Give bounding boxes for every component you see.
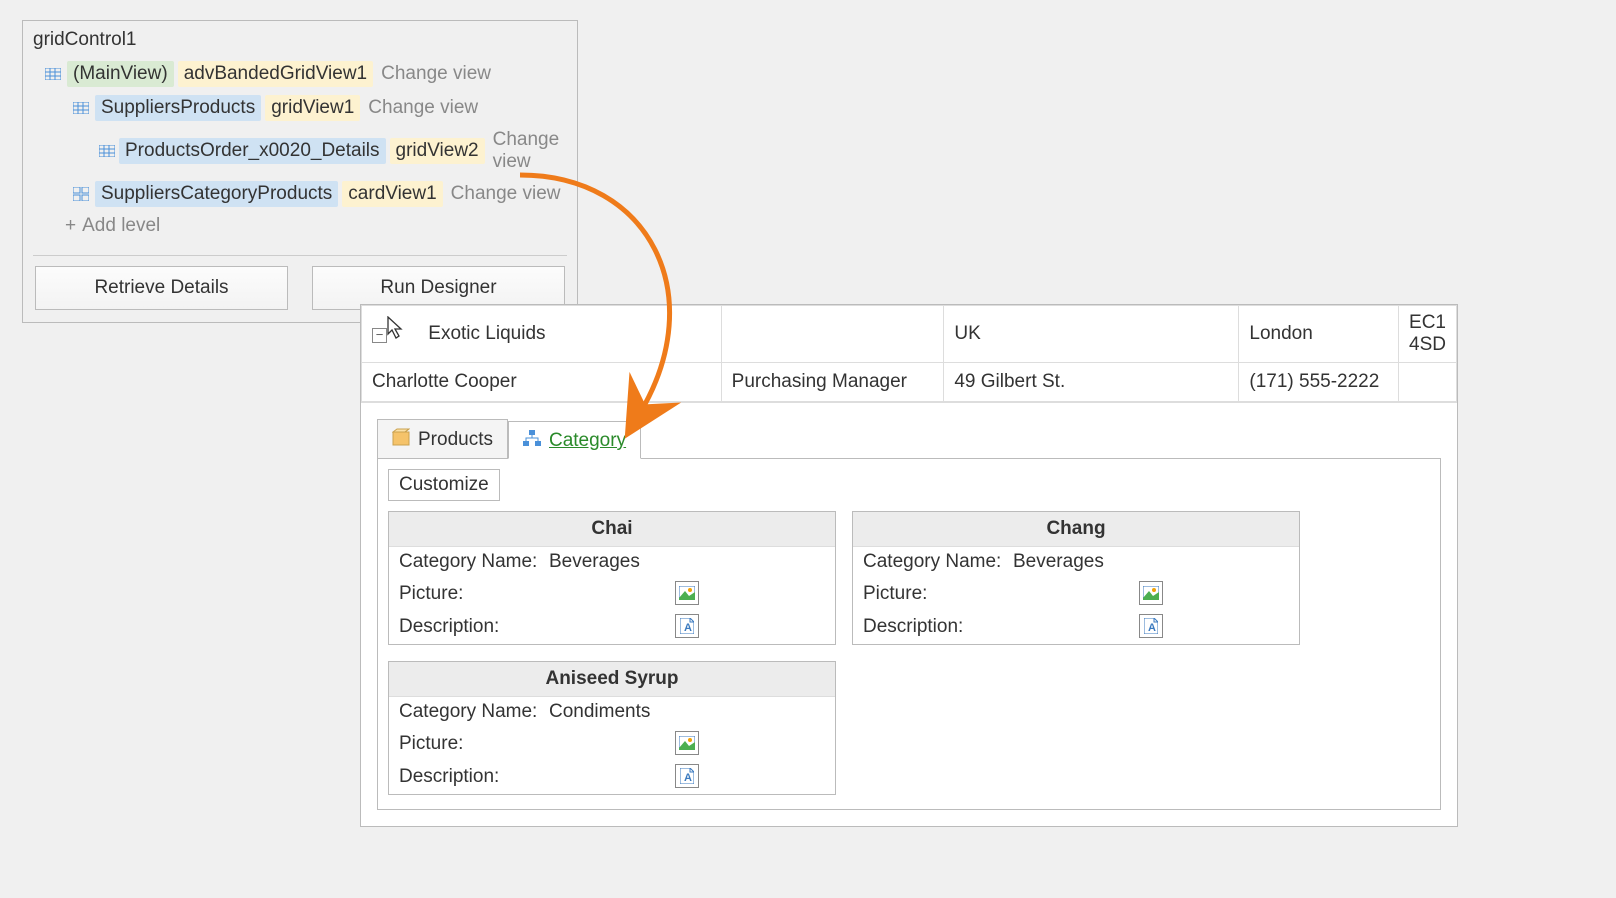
svg-text:A: A (684, 772, 692, 784)
customize-button[interactable]: Customize (388, 469, 500, 501)
document-icon[interactable]: A (675, 614, 699, 638)
cell-value: Exotic Liquids (428, 323, 545, 344)
tree-node-view: gridView2 (390, 138, 485, 164)
grid-icon (71, 100, 91, 116)
grid-cell[interactable]: Charlotte Cooper (362, 363, 722, 402)
grid-preview: − Exotic Liquids UK London EC1 4SD Charl… (360, 304, 1458, 827)
card-title: Aniseed Syrup (389, 662, 835, 697)
cell-value: EC1 4SD (1409, 312, 1446, 355)
tree-node-label: SuppliersCategoryProducts (95, 181, 338, 207)
cell-value: UK (954, 323, 980, 344)
tab-label: Category (549, 430, 626, 452)
box-icon (392, 428, 410, 452)
field-label: Description: (863, 616, 1013, 638)
cell-value: London (1249, 323, 1312, 344)
grid-cell[interactable]: UK (944, 306, 1239, 363)
grid-cell[interactable]: EC1 4SD (1399, 306, 1457, 363)
retrieve-details-button[interactable]: Retrieve Details (35, 266, 288, 310)
tree-node-label: SuppliersProducts (95, 95, 261, 121)
field-value: Beverages (549, 551, 825, 573)
field-value: Beverages (1013, 551, 1289, 573)
tree-node-view: cardView1 (342, 181, 442, 207)
cell-value: 49 Gilbert St. (954, 371, 1065, 392)
field-label: Category Name: (863, 551, 1013, 573)
company-cell[interactable]: − Exotic Liquids (362, 306, 722, 363)
field-value: Condiments (549, 701, 825, 723)
tree-node-view: advBandedGridView1 (178, 61, 373, 87)
cell-value: Charlotte Cooper (372, 371, 517, 392)
tab-products[interactable]: Products (377, 419, 508, 459)
svg-text:A: A (1148, 622, 1156, 634)
field-label: Description: (399, 616, 549, 638)
grid-icon (99, 143, 115, 159)
tree-row-suppliersproducts[interactable]: SuppliersProducts gridView1 Change view (23, 91, 577, 125)
tab-label: Products (418, 429, 493, 451)
grid-cell[interactable]: 49 Gilbert St. (944, 363, 1239, 402)
grid-row[interactable]: − Exotic Liquids UK London EC1 4SD (362, 306, 1457, 363)
change-view-link[interactable]: Change view (493, 129, 567, 173)
tree-node-label: ProductsOrder_x0020_Details (119, 138, 386, 164)
card-grid: Chai Category Name: Beverages Picture: D… (388, 511, 1430, 795)
field-label: Category Name: (399, 551, 549, 573)
tab-category[interactable]: Category (508, 421, 641, 459)
grid-cell[interactable]: London (1239, 306, 1399, 363)
add-level-label: Add level (82, 215, 160, 237)
collapse-icon[interactable]: − (372, 328, 387, 343)
designer-title: gridControl1 (23, 21, 577, 55)
level-designer-panel: gridControl1 (MainView) advBandedGridVie… (22, 20, 578, 323)
card-title: Chang (853, 512, 1299, 547)
document-icon[interactable]: A (675, 764, 699, 788)
grid-cell[interactable]: (171) 555-2222 (1239, 363, 1399, 402)
grid-row[interactable]: Charlotte Cooper Purchasing Manager 49 G… (362, 363, 1457, 402)
tree-row-productsorderdetails[interactable]: ProductsOrder_x0020_Details gridView2 Ch… (23, 125, 577, 177)
tree-node-label: (MainView) (67, 61, 174, 87)
picture-icon[interactable] (1139, 581, 1163, 605)
card-item[interactable]: Chang Category Name: Beverages Picture: … (852, 511, 1300, 645)
card-icon (71, 186, 91, 202)
field-label: Picture: (399, 733, 549, 755)
change-view-link[interactable]: Change view (381, 63, 491, 85)
hierarchy-icon (523, 430, 541, 452)
plus-icon: + (65, 215, 76, 237)
card-item[interactable]: Aniseed Syrup Category Name: Condiments … (388, 661, 836, 795)
grid-cell[interactable] (721, 306, 944, 363)
tree-node-view: gridView1 (265, 95, 360, 121)
tab-body: Customize Chai Category Name: Beverages … (377, 459, 1441, 810)
picture-icon[interactable] (675, 581, 699, 605)
master-grid: − Exotic Liquids UK London EC1 4SD Charl… (361, 305, 1457, 402)
tree-row-mainview[interactable]: (MainView) advBandedGridView1 Change vie… (23, 57, 577, 91)
detail-tabs: Products Category (377, 419, 1441, 459)
grid-cell[interactable]: Purchasing Manager (721, 363, 944, 402)
card-item[interactable]: Chai Category Name: Beverages Picture: D… (388, 511, 836, 645)
field-label: Description: (399, 766, 549, 788)
field-label: Picture: (863, 583, 1013, 605)
field-label: Category Name: (399, 701, 549, 723)
change-view-link[interactable]: Change view (451, 183, 561, 205)
grid-cell[interactable] (1399, 363, 1457, 402)
field-label: Picture: (399, 583, 549, 605)
cell-value: (171) 555-2222 (1249, 371, 1379, 392)
cursor-icon (387, 316, 405, 346)
grid-icon (43, 66, 63, 82)
svg-text:A: A (684, 622, 692, 634)
detail-area: Products Category Customize Chai Categor… (361, 402, 1457, 826)
change-view-link[interactable]: Change view (368, 97, 478, 119)
tree-row-supplierscategory[interactable]: SuppliersCategoryProducts cardView1 Chan… (23, 177, 577, 211)
view-tree: (MainView) advBandedGridView1 Change vie… (23, 55, 577, 251)
card-title: Chai (389, 512, 835, 547)
add-level-link[interactable]: + Add level (23, 211, 577, 245)
document-icon[interactable]: A (1139, 614, 1163, 638)
picture-icon[interactable] (675, 731, 699, 755)
cell-value: Purchasing Manager (732, 371, 907, 392)
